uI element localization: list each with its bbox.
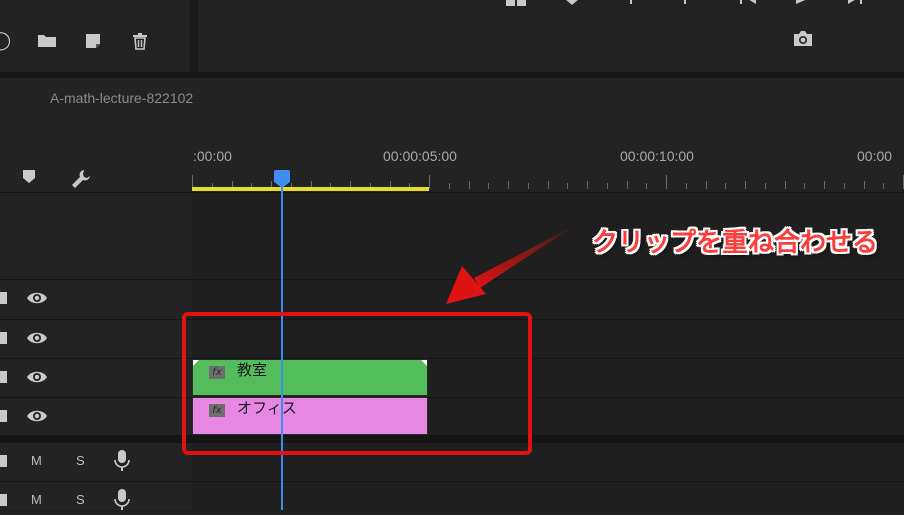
annotation-highlight-box <box>182 312 532 455</box>
new-item-icon[interactable] <box>82 32 104 54</box>
solo-button[interactable]: S <box>76 492 85 507</box>
ruler-tick <box>745 181 746 189</box>
ruler-tick <box>725 183 727 189</box>
export-frame-icon[interactable] <box>792 30 814 52</box>
ruler-tick <box>606 183 608 189</box>
ruler-tick <box>666 175 667 189</box>
ruler-tick <box>448 183 450 189</box>
ruler-tick <box>488 183 490 189</box>
timecode-label: 00:00:05:00 <box>383 148 457 164</box>
ruler-tick <box>547 181 549 189</box>
timecode-label: 00:00:10:00 <box>620 148 694 164</box>
ruler-tick <box>567 183 569 189</box>
toggle-output-icon[interactable] <box>0 371 7 383</box>
play-icon[interactable] <box>792 0 814 10</box>
mute-button[interactable]: M <box>31 492 42 507</box>
eye-icon[interactable] <box>26 290 48 310</box>
mute-button[interactable]: M <box>31 453 42 468</box>
ruler-tick <box>587 181 588 189</box>
ruler-tick <box>784 181 786 189</box>
wrench-icon[interactable] <box>70 168 92 194</box>
add-marker-icon[interactable] <box>18 170 40 188</box>
folder-icon[interactable] <box>36 32 58 52</box>
ruler-tick <box>646 183 648 189</box>
ruler-tick <box>863 181 865 189</box>
toggle-output-icon[interactable] <box>0 332 7 344</box>
ruler-tick <box>527 183 529 189</box>
solo-button[interactable]: S <box>76 453 85 468</box>
annotation-arrow-icon <box>446 226 574 304</box>
ruler-tick <box>685 183 687 189</box>
ruler-tick <box>764 183 766 189</box>
ruler-tick <box>824 181 825 189</box>
marker-icon[interactable] <box>561 0 583 10</box>
go-to-in-icon[interactable] <box>738 0 760 10</box>
ruler-tick <box>804 183 806 189</box>
playhead-handle-tip[interactable] <box>274 182 290 188</box>
panel-divider[interactable] <box>190 0 198 72</box>
microphone-icon[interactable] <box>114 450 130 476</box>
work-area-bar[interactable] <box>192 187 429 191</box>
ruler-tick <box>429 175 430 189</box>
ruler-tick <box>843 183 845 189</box>
ruler-tick <box>883 183 885 189</box>
mark-out-icon[interactable] <box>674 0 696 10</box>
toggle-output-icon[interactable] <box>0 410 7 422</box>
eye-icon[interactable] <box>26 369 48 389</box>
microphone-icon[interactable] <box>114 489 130 515</box>
ruler-tick <box>705 181 707 189</box>
eye-icon[interactable] <box>26 408 48 428</box>
step-forward-icon[interactable] <box>846 0 868 10</box>
hide-icon[interactable]: ◯ <box>0 32 12 50</box>
track-divider <box>0 481 904 482</box>
track-divider <box>0 192 904 193</box>
timecode-label: :00:00 <box>193 148 232 164</box>
ruler-tick <box>468 181 470 189</box>
overwrite-icon[interactable] <box>506 0 528 12</box>
playhead-handle[interactable] <box>274 170 290 182</box>
annotation-label: クリップを重ね合わせる <box>592 228 879 258</box>
mark-in-icon[interactable] <box>620 0 642 10</box>
trash-icon[interactable] <box>129 32 151 54</box>
eye-icon[interactable] <box>26 330 48 350</box>
ruler-tick <box>508 181 509 189</box>
sequence-tab-title[interactable]: A-math-lecture-822102 <box>50 90 193 106</box>
toggle-output-icon[interactable] <box>0 494 7 506</box>
toggle-output-icon[interactable] <box>0 455 7 467</box>
ruler-tick <box>626 181 628 189</box>
toggle-output-icon[interactable] <box>0 292 7 304</box>
timecode-label: 00:00 <box>857 148 893 164</box>
